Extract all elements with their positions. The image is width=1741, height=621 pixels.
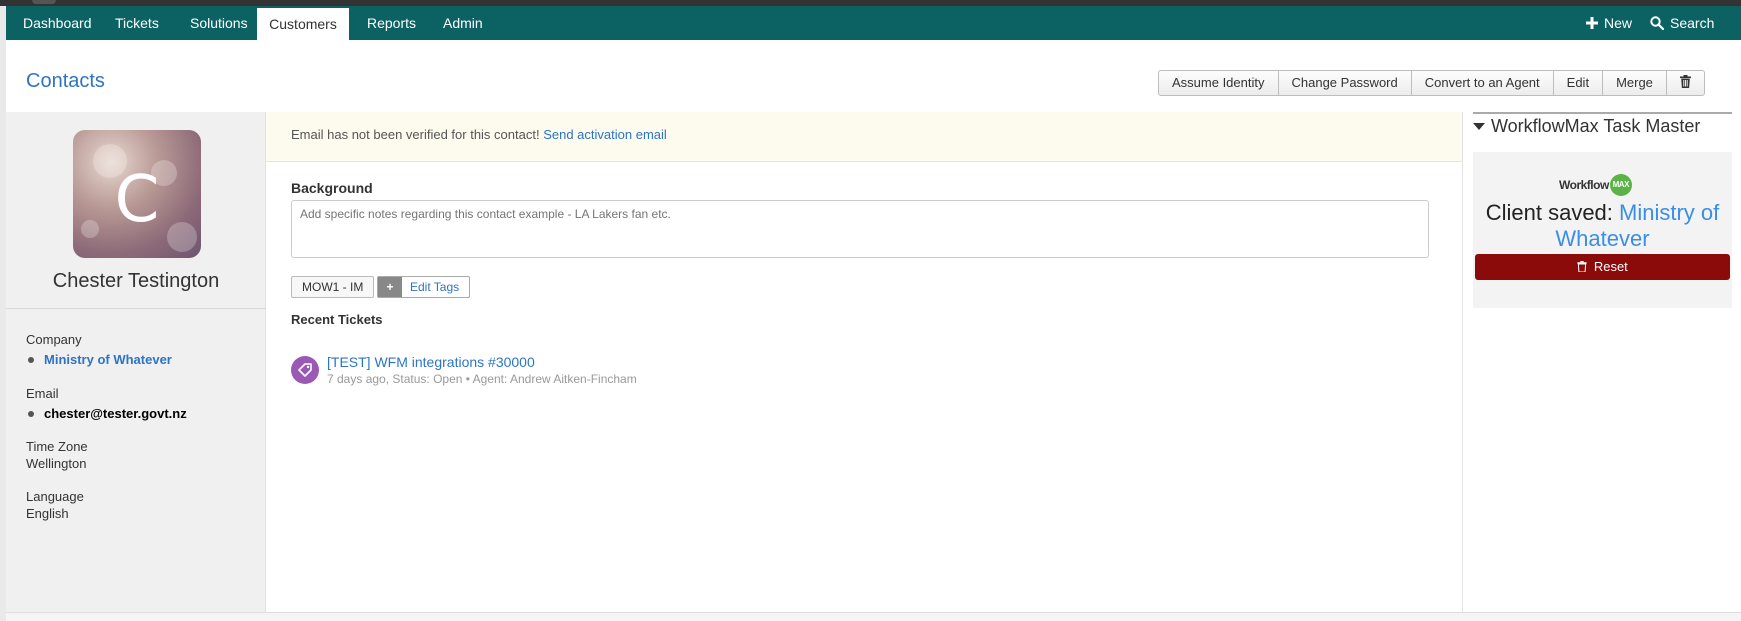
nav-tab-solutions[interactable]: Solutions <box>190 6 248 40</box>
language-value: English <box>26 506 69 521</box>
trash-icon <box>1577 255 1587 281</box>
convert-to-agent-button[interactable]: Convert to an Agent <box>1412 71 1554 95</box>
workflowmax-logo: Workflow MAX <box>1559 174 1632 196</box>
ticket-title-link[interactable]: [TEST] WFM integrations #30000 <box>327 354 535 370</box>
search-label: Search <box>1670 15 1715 31</box>
avatar: C <box>73 130 201 258</box>
timezone-label: Time Zone <box>26 439 88 454</box>
new-button[interactable]: New <box>1586 6 1632 40</box>
reset-button[interactable]: Reset <box>1475 254 1730 280</box>
bottom-strip <box>6 612 1741 621</box>
app-logo-fragment <box>32 0 56 4</box>
background-heading: Background <box>291 180 373 196</box>
new-label: New <box>1604 15 1633 31</box>
background-textarea[interactable] <box>291 200 1429 258</box>
alert-text: Email has not been verified for this con… <box>291 127 540 142</box>
widget-divider <box>1473 112 1732 114</box>
edit-tags-button[interactable]: + Edit Tags <box>377 276 471 298</box>
page-container: Contacts Assume Identity Change Password… <box>6 40 1741 612</box>
recent-tickets-heading: Recent Tickets <box>291 312 383 327</box>
email-value: chester@tester.govt.nz <box>44 406 187 421</box>
send-activation-link[interactable]: Send activation email <box>543 127 667 142</box>
edit-button[interactable]: Edit <box>1554 71 1604 95</box>
language-label: Language <box>26 489 84 504</box>
ticket-meta: 7 days ago, Status: Open • Agent: Andrew… <box>327 372 637 386</box>
apps-sidebar: WorkflowMax Task Master Workflow MAX Cli… <box>1462 112 1741 612</box>
trash-icon <box>1679 72 1691 96</box>
client-saved-message: Client saved: Ministry of Whatever <box>1473 200 1732 252</box>
nav-tab-customers[interactable]: Customers <box>257 8 349 41</box>
divider <box>6 308 266 309</box>
change-password-button[interactable]: Change Password <box>1279 71 1412 95</box>
widget-header[interactable]: WorkflowMax Task Master <box>1473 116 1700 137</box>
timezone-value: Wellington <box>26 456 87 471</box>
delete-button[interactable] <box>1667 71 1704 95</box>
edit-tags-label: Edit Tags <box>410 280 460 294</box>
logo-badge: MAX <box>1609 174 1632 196</box>
contact-name: Chester Testington <box>52 270 220 292</box>
widget-title: WorkflowMax Task Master <box>1491 116 1701 136</box>
contact-sidebar: C Chester Testington Company Ministry of… <box>6 112 266 612</box>
avatar-letter: C <box>114 163 160 237</box>
assume-identity-button[interactable]: Assume Identity <box>1159 71 1279 95</box>
nav-tab-dashboard[interactable]: Dashboard <box>23 6 92 40</box>
nav-tab-admin[interactable]: Admin <box>443 6 483 40</box>
contact-actions: Assume Identity Change Password Convert … <box>1158 70 1705 96</box>
ticket-icon <box>291 356 319 384</box>
verification-alert: Email has not been verified for this con… <box>266 112 1462 162</box>
bullet-icon <box>28 356 34 363</box>
search-icon <box>1650 16 1664 30</box>
search-button[interactable]: Search <box>1650 6 1714 40</box>
tag-item[interactable]: MOW1 - IM <box>291 276 375 298</box>
company-link[interactable]: Ministry of Whatever <box>44 352 172 367</box>
logo-text: Workflow <box>1559 178 1609 192</box>
company-label: Company <box>26 332 82 347</box>
bullet-icon <box>28 410 34 417</box>
top-navbar: Dashboard Tickets Solutions Customers Re… <box>6 6 1741 41</box>
email-label: Email <box>26 386 59 401</box>
merge-button[interactable]: Merge <box>1603 71 1667 95</box>
saved-prefix: Client saved: <box>1485 200 1613 225</box>
widget-body: Workflow MAX Client saved: Ministry of W… <box>1473 152 1732 308</box>
nav-tab-reports[interactable]: Reports <box>367 6 416 40</box>
plus-icon <box>1586 17 1598 29</box>
nav-tab-tickets[interactable]: Tickets <box>115 6 159 40</box>
plus-icon: + <box>378 277 402 297</box>
caret-down-icon <box>1473 123 1485 130</box>
reset-label: Reset <box>1593 259 1628 274</box>
email-item: chester@tester.govt.nz <box>28 406 187 421</box>
company-item: Ministry of Whatever <box>28 352 172 367</box>
page-title: Contacts <box>26 70 105 92</box>
contact-main: Email has not been verified for this con… <box>266 112 1462 612</box>
page-header: Contacts Assume Identity Change Password… <box>6 40 1741 112</box>
